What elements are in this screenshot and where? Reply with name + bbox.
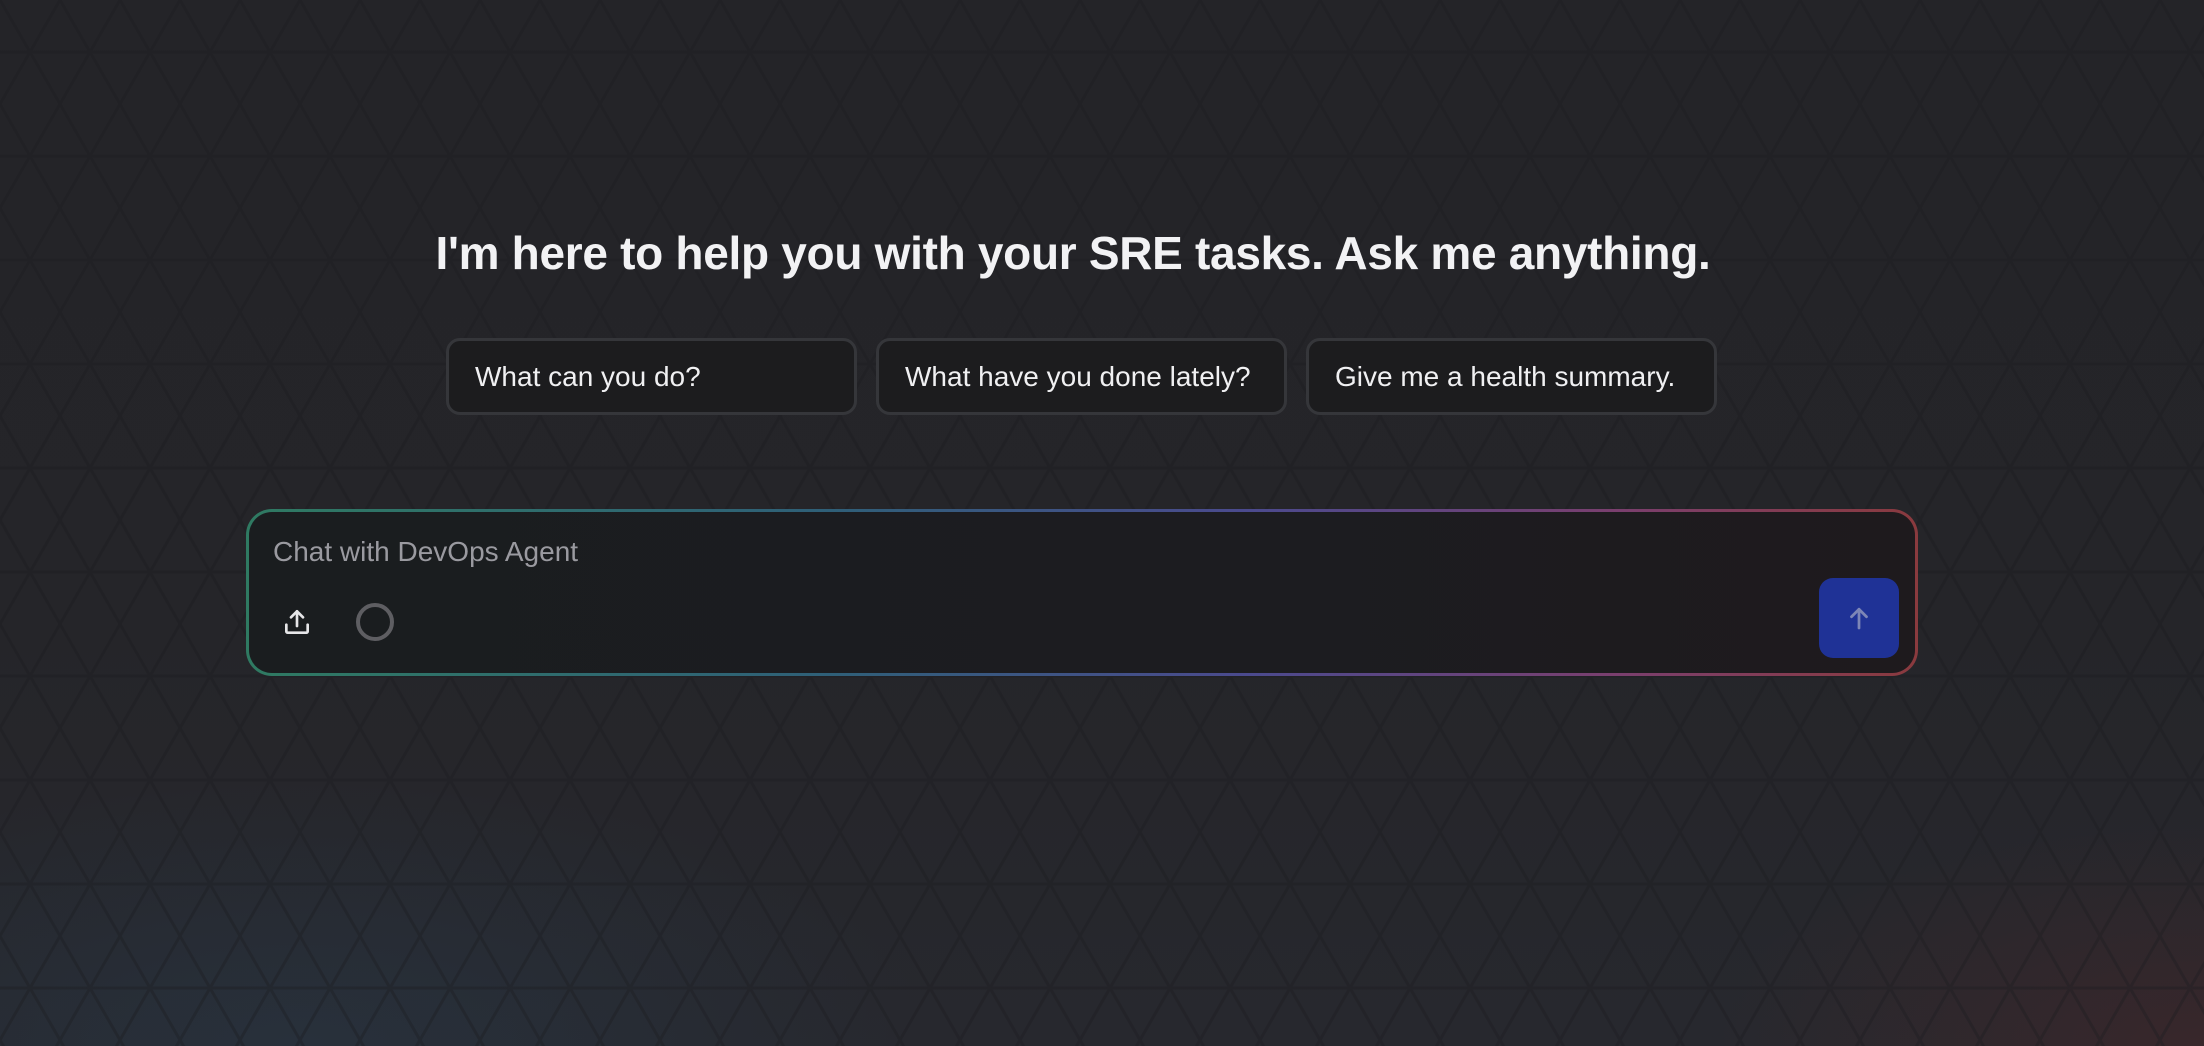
chat-composer-body: [249, 512, 1915, 673]
suggestion-chips: What can you do? What have you done late…: [446, 338, 1717, 415]
arrow-up-icon: [1850, 607, 1868, 630]
status-ring-icon: [356, 603, 394, 641]
suggestion-chip-health-summary[interactable]: Give me a health summary.: [1306, 338, 1717, 415]
chat-composer: [246, 509, 1918, 676]
send-button[interactable]: [1819, 578, 1899, 658]
upload-icon: [285, 610, 309, 634]
upload-button[interactable]: [277, 602, 317, 642]
suggestion-chip-what-have-you-done[interactable]: What have you done lately?: [876, 338, 1287, 415]
status-indicator: [355, 602, 395, 642]
chat-input[interactable]: [273, 532, 1773, 572]
page-headline: I'm here to help you with your SRE tasks…: [435, 227, 1711, 279]
suggestion-chip-what-can-you-do[interactable]: What can you do?: [446, 338, 857, 415]
